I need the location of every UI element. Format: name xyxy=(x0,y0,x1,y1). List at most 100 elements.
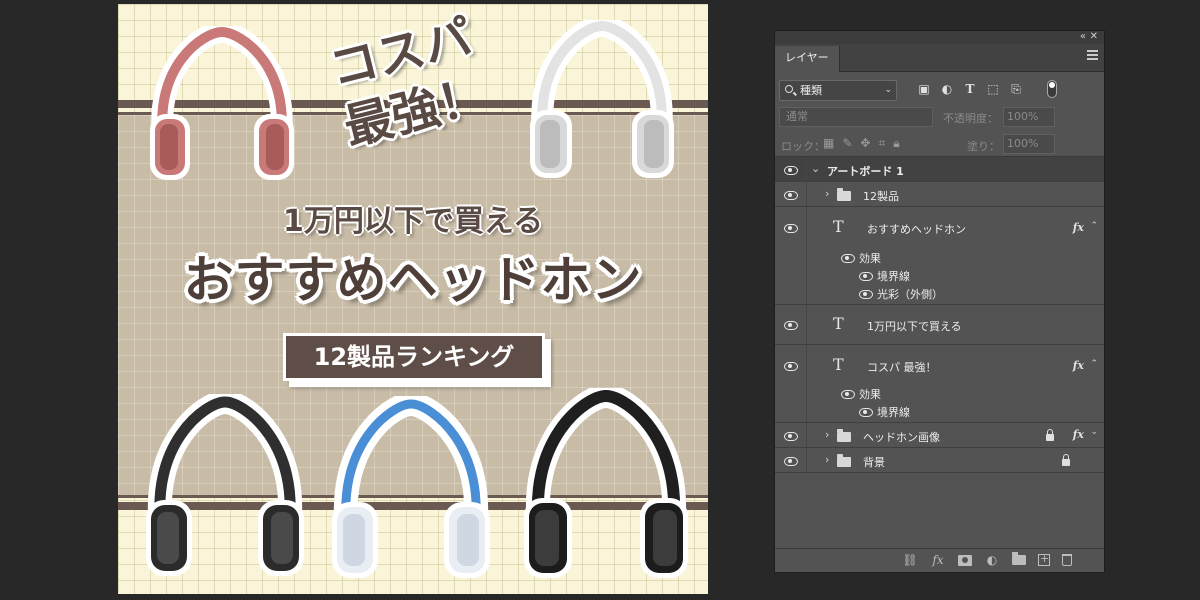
lock-all-icon[interactable]: 🔒︎ xyxy=(893,136,899,151)
new-group-icon[interactable] xyxy=(1012,552,1026,565)
eye-icon[interactable] xyxy=(784,163,798,177)
chevron-right-icon[interactable]: › xyxy=(825,428,829,441)
chevron-right-icon[interactable]: › xyxy=(825,187,829,200)
smart-object-filter-icon[interactable]: ⎘ xyxy=(1009,82,1023,96)
headphone-blue-image xyxy=(326,396,496,586)
adjustment-filter-icon[interactable]: ◐ xyxy=(940,82,954,96)
folder-icon xyxy=(837,454,851,467)
effects-label: 効果 xyxy=(859,252,881,265)
headphone-white-image xyxy=(522,20,682,184)
eye-icon[interactable] xyxy=(784,359,798,373)
lock-image-icon[interactable]: ✎ xyxy=(842,136,852,151)
collapse-icon[interactable]: « xyxy=(1080,31,1086,43)
layer-name: 12製品 xyxy=(863,190,899,203)
layer-group-12[interactable]: › 12製品 xyxy=(775,182,1104,207)
lock-transparent-icon[interactable]: ▦ xyxy=(823,136,834,151)
eye-icon[interactable] xyxy=(859,269,873,283)
layer-text-cospa[interactable]: T コスパ 最強！ fx ⌃ 効果 境界線 xyxy=(775,345,1104,423)
lock-label: ロック： xyxy=(781,140,825,153)
blend-mode-value: 通常 xyxy=(786,110,808,123)
layers-panel: « ✕ レイヤー 種類 ⌄ ▣ ◐ T ⬚ ⎘ 通常 不透明度： 100% ロッ… xyxy=(774,30,1105,573)
layers-list: ⌄ アートボード 1 › 12製品 T おすすめヘッドホン fx ⌃ 効果 境界… xyxy=(775,157,1104,473)
lock-row: ロック： ▦ ✎ ✥ ⌗ 🔒︎ 塗り： 100% xyxy=(775,131,1104,157)
headphone-black-image xyxy=(140,394,310,584)
effect-outer-glow: 光彩（外側） xyxy=(877,288,943,301)
search-icon xyxy=(785,85,793,93)
layer-name: アートボード 1 xyxy=(827,165,904,178)
adjustment-layer-icon[interactable]: ◐ xyxy=(984,553,1000,567)
layer-artboard[interactable]: ⌄ アートボード 1 xyxy=(775,157,1104,182)
artboard-canvas[interactable]: コスパ 最強！ 1万円以下で買える おすすめヘッドホン 12製品ランキング xyxy=(118,4,708,594)
panel-menu-icon[interactable] xyxy=(1087,50,1098,60)
filter-kind-select[interactable]: 種類 ⌄ xyxy=(779,80,897,101)
headphone-dark-image xyxy=(518,388,694,586)
chevron-right-icon[interactable]: › xyxy=(825,453,829,466)
add-mask-icon[interactable] xyxy=(958,554,972,566)
ranking-badge: 12製品ランキング xyxy=(283,333,545,381)
lock-artboard-icon[interactable]: ⌗ xyxy=(878,136,885,151)
fill-label: 塗り： xyxy=(967,140,1000,153)
subheadline-text: 1万円以下で買える xyxy=(283,204,543,239)
fx-badge[interactable]: fx xyxy=(1073,221,1084,234)
panel-footer: ⛓︎ fx ◐ xyxy=(775,548,1104,572)
layer-name: 背景 xyxy=(863,456,885,469)
layer-text-subheadline[interactable]: T 1万円以下で買える xyxy=(775,305,1104,345)
chevron-down-icon[interactable]: ⌄ xyxy=(811,162,820,175)
layer-text-headline[interactable]: T おすすめヘッドホン fx ⌃ 効果 境界線 光彩（外側） xyxy=(775,207,1104,305)
filter-kind-value: 種類 xyxy=(800,84,822,97)
eye-icon[interactable] xyxy=(784,318,798,332)
layer-name: コスパ 最強！ xyxy=(867,361,937,374)
effect-stroke: 境界線 xyxy=(877,270,910,283)
eye-icon[interactable] xyxy=(859,287,873,301)
tab-layers[interactable]: レイヤー xyxy=(775,46,840,72)
folder-icon xyxy=(837,188,851,201)
filter-toggle-switch[interactable] xyxy=(1047,80,1057,98)
eye-icon[interactable] xyxy=(784,454,798,468)
eye-icon[interactable] xyxy=(841,251,855,265)
layer-name: 1万円以下で買える xyxy=(867,320,962,333)
eye-icon[interactable] xyxy=(841,387,855,401)
shape-filter-icon[interactable]: ⬚ xyxy=(986,82,1000,96)
layer-name: おすすめヘッドホン xyxy=(867,223,966,236)
lock-icon xyxy=(1046,429,1054,441)
headline-text: おすすめヘッドホン xyxy=(183,251,643,309)
eye-icon[interactable] xyxy=(784,429,798,443)
effects-label: 効果 xyxy=(859,388,881,401)
layer-name: ヘッドホン画像 xyxy=(863,431,940,444)
eye-icon[interactable] xyxy=(784,221,798,235)
opacity-label: 不透明度： xyxy=(943,112,998,125)
chevron-down-icon: ⌄ xyxy=(884,85,892,95)
new-layer-icon[interactable] xyxy=(1038,552,1050,566)
layer-group-headphone-images[interactable]: › ヘッドホン画像 fx ⌄ xyxy=(775,423,1104,448)
layer-group-background[interactable]: › 背景 xyxy=(775,448,1104,473)
lock-icon xyxy=(1062,454,1070,466)
chevron-up-icon[interactable]: ⌃ xyxy=(1090,221,1098,231)
fx-badge[interactable]: fx xyxy=(1073,359,1084,372)
opacity-field[interactable]: 100% xyxy=(1003,107,1055,127)
panel-tabbar: レイヤー xyxy=(775,44,1104,72)
folder-icon xyxy=(837,429,851,442)
type-filter-icon[interactable]: T xyxy=(963,82,977,96)
close-icon[interactable]: ✕ xyxy=(1090,31,1098,43)
headphone-red-image xyxy=(144,26,300,186)
eye-icon[interactable] xyxy=(784,188,798,202)
lock-icons: ▦ ✎ ✥ ⌗ 🔒︎ xyxy=(823,136,900,151)
fx-badge[interactable]: fx xyxy=(1073,428,1084,441)
filter-row: 種類 ⌄ ▣ ◐ T ⬚ ⎘ xyxy=(775,72,1104,106)
blend-mode-select[interactable]: 通常 xyxy=(779,107,933,127)
filter-icons: ▣ ◐ T ⬚ ⎘ xyxy=(917,82,1023,96)
panel-titlebar: « ✕ xyxy=(775,31,1104,44)
blend-row: 通常 不透明度： 100% xyxy=(775,106,1104,131)
pixel-filter-icon[interactable]: ▣ xyxy=(917,82,931,96)
link-layers-icon[interactable]: ⛓︎ xyxy=(902,553,918,567)
fx-icon[interactable]: fx xyxy=(930,553,946,567)
chevron-down-icon[interactable]: ⌄ xyxy=(1090,427,1098,437)
footer-icons: ⛓︎ fx ◐ xyxy=(902,552,1072,567)
effect-stroke: 境界線 xyxy=(877,406,910,419)
lock-position-icon[interactable]: ✥ xyxy=(860,136,870,151)
text-layer-icon: T xyxy=(833,314,844,333)
chevron-up-icon[interactable]: ⌃ xyxy=(1090,359,1098,369)
fill-field[interactable]: 100% xyxy=(1003,134,1055,154)
trash-icon[interactable] xyxy=(1062,554,1072,566)
eye-icon[interactable] xyxy=(859,405,873,419)
